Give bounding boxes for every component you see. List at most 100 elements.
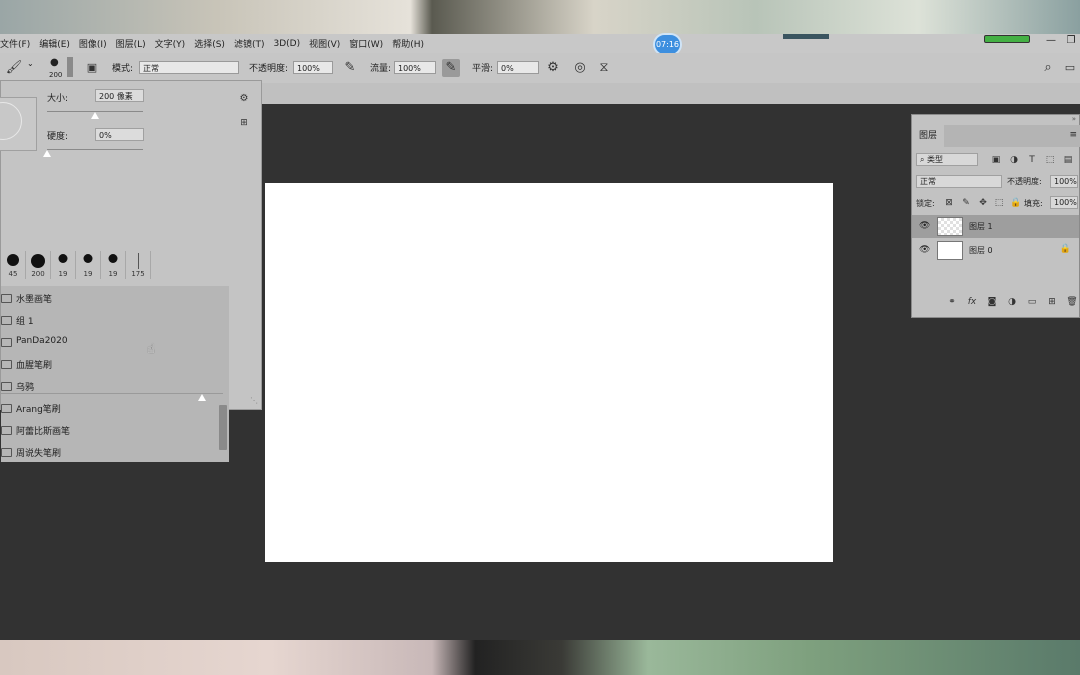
- mode-label: 模式:: [112, 64, 134, 74]
- menu-bar: 文件(F) 编辑(E) 图像(I) 图层(L) 文字(Y) 选择(S) 滤镜(T…: [0, 34, 1080, 53]
- link-icon[interactable]: ⚭: [942, 297, 962, 307]
- lock-artboard-icon[interactable]: ⬚: [994, 198, 1004, 208]
- smart-object-filter-icon[interactable]: ▤: [1063, 155, 1073, 165]
- brush-folder-name: 血腥笔刷: [16, 361, 53, 371]
- workspace-icon[interactable]: ▭: [1061, 59, 1079, 77]
- panel-menu-icon[interactable]: ≡: [1069, 130, 1077, 140]
- search-icon[interactable]: ⌕: [1039, 59, 1057, 77]
- brush-angle-preview[interactable]: [0, 97, 37, 151]
- brush-folder-item[interactable]: Arang笔刷: [1, 399, 221, 419]
- menu-image[interactable]: 图像(I): [79, 37, 107, 50]
- pressure-opacity-icon[interactable]: ✎: [341, 59, 359, 77]
- menu-type[interactable]: 文字(Y): [155, 37, 186, 50]
- layer-row[interactable]: 👁 图层 1: [912, 215, 1079, 238]
- adjustment-layer-icon[interactable]: ◑: [1002, 297, 1022, 307]
- panel-collapse-icon[interactable]: »: [1072, 115, 1076, 123]
- brush-tip-icon: [7, 254, 19, 266]
- layers-panel: » 图层 ≡ ⌕ 类型 ▣ ◑ T ⬚ ▤ 正常 不透明度: 100% 锁定: …: [911, 114, 1080, 318]
- brush-preview-icon[interactable]: ●: [50, 57, 59, 68]
- resize-grip-icon[interactable]: ⋱: [250, 396, 258, 405]
- brush-list-scrollbar[interactable]: [219, 405, 227, 450]
- tab-layers[interactable]: 图层: [912, 125, 944, 147]
- brush-folder-item[interactable]: 阿蕾比斯画笔: [1, 421, 221, 441]
- new-layer-icon[interactable]: ⊞: [1042, 297, 1062, 307]
- menu-edit[interactable]: 编辑(E): [39, 37, 70, 50]
- lock-transparency-icon[interactable]: ⊠: [944, 198, 954, 208]
- hardness-slider[interactable]: [47, 149, 143, 150]
- lock-pixels-icon[interactable]: ✎: [961, 198, 971, 208]
- chevron-down-icon[interactable]: ⌄: [27, 59, 34, 68]
- brush-preset[interactable]: 19: [101, 251, 126, 279]
- brush-tool-icon[interactable]: 🖌: [5, 59, 23, 77]
- menu-3d[interactable]: 3D(D): [273, 39, 300, 49]
- menu-select[interactable]: 选择(S): [194, 37, 225, 50]
- size-slider-thumb[interactable]: [91, 112, 99, 119]
- layer-row[interactable]: 👁 图层 0 🔒: [912, 239, 1079, 262]
- size-input[interactable]: 200 像素: [95, 89, 144, 102]
- brush-preset[interactable]: 200: [26, 251, 51, 279]
- brush-preset[interactable]: 175: [126, 251, 151, 279]
- layer-filter-select[interactable]: ⌕ 类型: [916, 153, 978, 166]
- layer-thumbnail: [937, 217, 963, 236]
- lock-all-icon[interactable]: 🔒: [1010, 198, 1021, 208]
- shape-filter-icon[interactable]: ⬚: [1045, 155, 1055, 165]
- brush-folder-item[interactable]: PanDa2020: [1, 333, 221, 353]
- brush-folder-item[interactable]: 组 1: [1, 311, 221, 331]
- flow-input[interactable]: 100%: [394, 61, 436, 74]
- brush-folder-item[interactable]: 血腥笔刷: [1, 355, 221, 375]
- brush-size-small: 200: [49, 71, 63, 79]
- brush-folder-item[interactable]: 乌鸦: [1, 377, 221, 397]
- hardness-label: 硬度:: [47, 132, 69, 142]
- gear-icon[interactable]: ⚙: [544, 59, 562, 77]
- restore-button[interactable]: ❐: [1062, 34, 1080, 48]
- brush-preset-size: 175: [131, 270, 145, 278]
- eye-icon[interactable]: 👁: [919, 222, 930, 231]
- hardness-input[interactable]: 0%: [95, 128, 144, 141]
- fx-icon[interactable]: fx: [962, 297, 982, 307]
- blend-mode-select[interactable]: 正常: [916, 175, 1002, 188]
- menu-file[interactable]: 文件(F): [0, 37, 30, 50]
- image-filter-icon[interactable]: ▣: [991, 155, 1001, 165]
- brush-roundness-ring: [0, 102, 22, 140]
- document-canvas[interactable]: [265, 183, 833, 562]
- brush-folder-name: 周说失笔刷: [16, 449, 62, 459]
- brush-preset-size: 45: [8, 270, 18, 278]
- preview-size-slider[interactable]: [1, 393, 223, 394]
- menu-window[interactable]: 窗口(W): [349, 37, 383, 50]
- airbrush-icon[interactable]: ✎: [442, 59, 460, 77]
- menu-filter[interactable]: 滤镜(T): [234, 37, 265, 50]
- brush-preset[interactable]: 19: [51, 251, 76, 279]
- opacity-input[interactable]: 100%: [293, 61, 333, 74]
- trash-icon[interactable]: 🗑: [1062, 297, 1080, 307]
- lock-position-icon[interactable]: ✥: [978, 198, 988, 208]
- symmetry-icon[interactable]: ⧖: [595, 59, 613, 77]
- pressure-size-icon[interactable]: ◎: [571, 59, 589, 77]
- brush-preset[interactable]: 19: [76, 251, 101, 279]
- eye-icon[interactable]: 👁: [919, 246, 930, 255]
- minimize-button[interactable]: —: [1042, 34, 1060, 48]
- brush-folder-list[interactable]: 水墨画笔组 1 PanDa2020 血腥笔刷乌鸦 Arang笔刷 阿蕾比斯画笔周说失笔刷: [1, 286, 229, 462]
- gear-icon[interactable]: ⚙: [235, 90, 253, 108]
- preview-size-thumb[interactable]: [198, 394, 206, 401]
- folder-icon[interactable]: ▭: [1022, 297, 1042, 307]
- smoothing-input[interactable]: 0%: [497, 61, 539, 74]
- brush-folder-item[interactable]: 周说失笔刷: [1, 443, 221, 463]
- folder-icon: [1, 338, 12, 347]
- brush-folder-name: 组 1: [16, 317, 34, 327]
- text-filter-icon[interactable]: T: [1027, 155, 1037, 165]
- menu-view[interactable]: 视图(V): [309, 37, 340, 50]
- adjustment-filter-icon[interactable]: ◑: [1009, 155, 1019, 165]
- brush-folder-item[interactable]: 水墨画笔: [1, 289, 221, 309]
- mask-icon[interactable]: ◙: [982, 297, 1002, 307]
- folder-icon: [1, 360, 12, 369]
- brush-picker-toggle[interactable]: [67, 57, 73, 77]
- brush-settings-icon[interactable]: ▣: [83, 59, 101, 77]
- brush-preset[interactable]: 45: [1, 251, 26, 279]
- menu-help[interactable]: 帮助(H): [392, 37, 424, 50]
- menu-layer[interactable]: 图层(L): [116, 37, 146, 50]
- hardness-slider-thumb[interactable]: [43, 150, 51, 157]
- layer-opacity-input[interactable]: 100%: [1050, 175, 1078, 188]
- fill-input[interactable]: 100%: [1050, 196, 1078, 209]
- new-preset-icon[interactable]: ⊞: [235, 114, 253, 132]
- mode-select[interactable]: 正常: [139, 61, 239, 74]
